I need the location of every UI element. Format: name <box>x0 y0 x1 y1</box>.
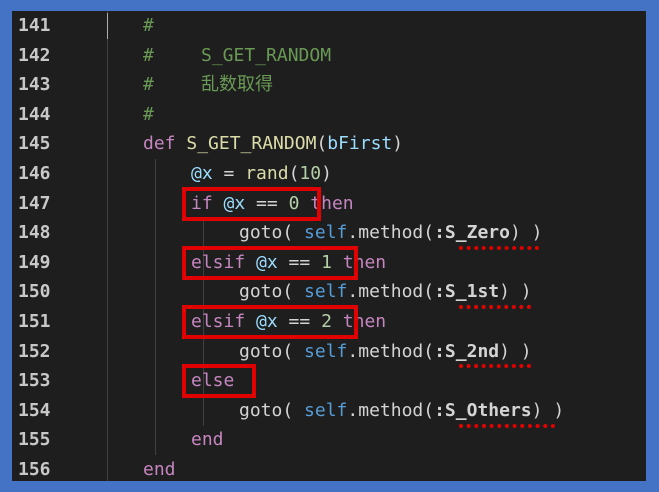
paren: ) <box>321 163 332 184</box>
code-editor[interactable]: 141 # 142 # S_GET_RANDOM 143 # 乱数取得 144 … <box>12 11 646 481</box>
line-number: 141 <box>18 15 51 36</box>
goto-call: goto( <box>239 281 305 303</box>
method-call: .method( <box>347 399 435 421</box>
code-text: goto( self.method(:S_Zero) ) <box>239 218 542 248</box>
symbol-underline <box>459 364 531 368</box>
keyword-end: end <box>143 459 176 480</box>
self-keyword: self <box>304 281 348 303</box>
line-number: 151 <box>18 311 51 332</box>
code-line[interactable]: 141 # <box>12 11 646 41</box>
highlight-box <box>182 305 358 339</box>
comment-text: 乱数取得 <box>201 74 273 96</box>
code-text: goto( self.method(:S_2nd) ) <box>239 337 532 367</box>
line-number: 143 <box>18 74 51 96</box>
code-text: end <box>191 425 224 455</box>
code-text: end <box>143 455 176 481</box>
number-literal: 10 <box>299 163 322 184</box>
comment-hash: # <box>143 74 154 96</box>
goto-call: goto( <box>239 399 305 421</box>
comment-hash: # <box>143 44 154 66</box>
line-number: 150 <box>18 281 51 303</box>
goto-call: goto( <box>239 340 305 362</box>
code-line[interactable]: 154 goto( self.method(:S_Others) ) <box>12 396 646 426</box>
paren: ) ) <box>531 399 565 421</box>
text-cursor <box>107 13 108 39</box>
code-line[interactable]: 156 end <box>12 455 646 481</box>
line-number: 144 <box>18 103 51 125</box>
line-number: 156 <box>18 459 51 480</box>
code-line[interactable]: 153 else <box>12 366 646 396</box>
symbol: :S_Zero <box>434 222 510 244</box>
paren: ) ) <box>499 340 532 362</box>
method-call: .method( <box>347 340 435 362</box>
line-number: 149 <box>18 251 51 273</box>
instance-variable: @x <box>191 163 213 184</box>
code-line[interactable]: 144 # <box>12 100 646 130</box>
code-line[interactable]: 143 # 乱数取得 <box>12 70 646 100</box>
code-line[interactable]: 155 end <box>12 425 646 455</box>
paren: ) ) <box>499 281 532 303</box>
highlight-box <box>182 187 321 221</box>
code-line[interactable]: 146 @x = rand(10) <box>12 159 646 189</box>
code-line[interactable]: 145 def S_GET_RANDOM(bFirst) <box>12 129 646 159</box>
paren: ) ) <box>509 222 543 244</box>
function-call: rand <box>245 163 289 184</box>
method-call: .method( <box>347 222 435 244</box>
line-number: 153 <box>18 370 51 392</box>
line-number: 142 <box>18 44 51 66</box>
highlight-box <box>182 246 358 280</box>
symbol-underline <box>459 424 555 428</box>
code-line[interactable]: 150 goto( self.method(:S_1st) ) <box>12 277 646 307</box>
self-keyword: self <box>304 340 348 362</box>
operator: = <box>212 163 246 184</box>
symbol: :S_Others <box>434 399 532 421</box>
line-number: 147 <box>18 192 51 214</box>
self-keyword: self <box>304 222 348 244</box>
goto-call: goto( <box>239 222 305 244</box>
code-line[interactable]: 148 goto( self.method(:S_Zero) ) <box>12 218 646 248</box>
line-number: 148 <box>18 222 51 244</box>
code-text: @x = rand(10) <box>191 159 332 189</box>
symbol-underline <box>459 305 531 309</box>
paren: ( <box>288 163 300 184</box>
code-text: def S_GET_RANDOM(bFirst) <box>143 129 403 159</box>
code-line[interactable]: 142 # S_GET_RANDOM <box>12 41 646 71</box>
symbol: :S_2nd <box>434 340 500 362</box>
symbol-underline <box>459 246 539 250</box>
keyword-def: def <box>143 133 176 155</box>
line-number: 155 <box>18 429 51 451</box>
function-name: S_GET_RANDOM <box>186 133 317 155</box>
line-number: 154 <box>18 399 51 421</box>
paren: ) <box>392 133 404 155</box>
code-text: goto( self.method(:S_1st) ) <box>239 277 532 307</box>
highlight-box <box>182 364 256 398</box>
comment-hash: # <box>143 103 154 125</box>
comment-text: S_GET_RANDOM <box>201 44 332 66</box>
self-keyword: self <box>304 399 348 421</box>
comment-text: # <box>143 15 154 36</box>
symbol: :S_1st <box>434 281 500 303</box>
line-number: 152 <box>18 340 51 362</box>
code-line[interactable]: 152 goto( self.method(:S_2nd) ) <box>12 337 646 367</box>
paren: ( <box>316 133 328 155</box>
keyword-end: end <box>191 429 224 451</box>
parameter: bFirst <box>327 133 393 155</box>
line-number: 146 <box>18 163 51 184</box>
code-text: goto( self.method(:S_Others) ) <box>239 396 564 426</box>
line-number: 145 <box>18 133 51 155</box>
code-line[interactable]: 147 if @x == 0 then <box>12 189 646 219</box>
method-call: .method( <box>347 281 435 303</box>
